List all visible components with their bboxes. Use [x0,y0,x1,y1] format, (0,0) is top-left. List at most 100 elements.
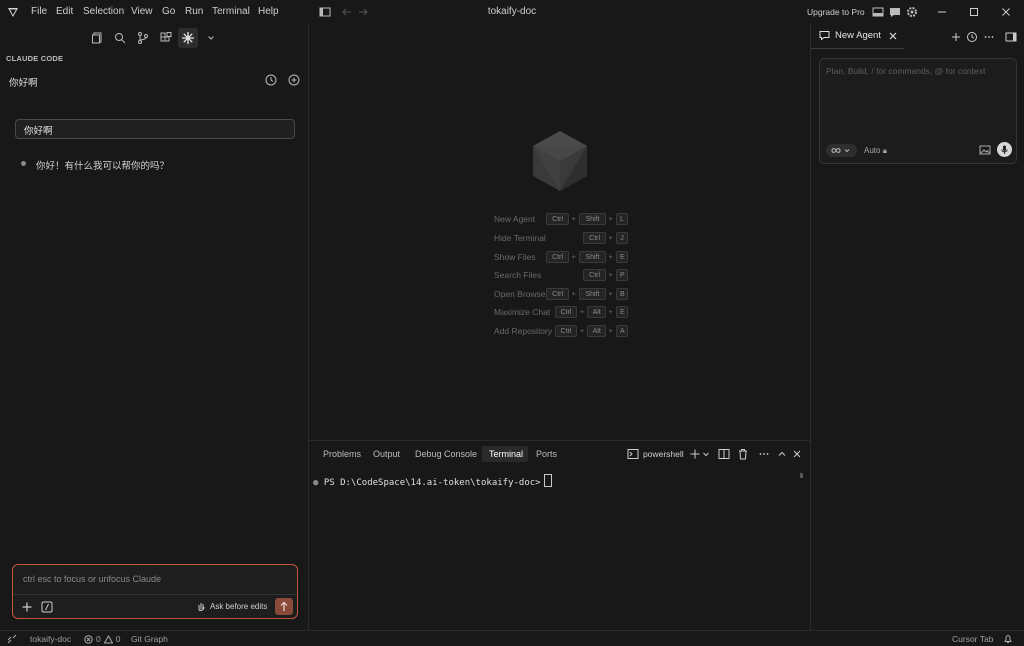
mode-auto-label[interactable]: Auto 🔒︎ [864,146,887,156]
toggle-sidebar-icon[interactable] [318,5,332,19]
menu-selection[interactable]: Selection [83,6,124,17]
add-plus-icon[interactable] [20,600,34,614]
remote-icon[interactable] [7,634,17,644]
shortcut-label: Show Files [494,252,536,262]
shortcut-key: Alt [587,306,606,318]
agent-input-box[interactable]: Plan, Build, / for commands, @ for conte… [819,58,1017,164]
extensions-icon[interactable] [159,31,173,45]
agent-panel: New Agent Plan, Build, / for commands, @… [810,24,1024,630]
back-arrow-icon[interactable] [340,5,354,19]
menu-help[interactable]: Help [258,6,279,17]
claude-input-box[interactable]: ctrl esc to focus or unfocus Claude Ask … [12,564,298,619]
upgrade-to-pro-button[interactable]: Upgrade to Pro [807,7,865,17]
shortcut-plus: + [608,252,613,261]
add-agent-plus-icon[interactable] [949,30,963,44]
close-tab-icon[interactable] [888,31,898,41]
reply-bullet [21,161,26,166]
tab-new-agent[interactable]: New Agent [819,30,898,41]
tab-terminal[interactable]: Terminal [489,449,523,459]
shortcut-plus: + [608,326,613,335]
history-clock-icon[interactable] [264,73,278,87]
status-git-graph[interactable]: Git Graph [131,634,168,644]
search-icon[interactable] [113,31,127,45]
prompt-indicator-dot: ● [313,478,324,488]
shortcut-label: New Agent [494,214,536,224]
status-folder[interactable]: tokaify-doc [30,634,71,644]
shortcut-plus: + [608,307,613,316]
menu-terminal[interactable]: Terminal [212,6,250,17]
maximize-panel-icon[interactable] [775,447,789,461]
new-agent-tab-label: New Agent [835,30,881,41]
terminal-prompt-icon [627,448,639,460]
more-ellipsis-icon[interactable] [982,30,996,44]
trash-icon[interactable] [736,447,750,461]
copy-files-icon[interactable] [90,31,104,45]
terminal-dropdown-icon[interactable] [701,447,711,461]
claude-tab-button[interactable] [178,28,198,48]
shortcut-key: L [616,213,628,225]
forward-arrow-icon[interactable] [356,5,370,19]
shortcut-key: Shift [579,251,606,263]
status-problems[interactable]: 0 0 [84,634,120,644]
chevron-down-icon[interactable] [204,31,218,45]
menu-file[interactable]: File [31,6,47,17]
maximize-icon[interactable] [967,5,981,19]
shortcut-row: Hide Terminal Ctrl + J [309,232,810,246]
terminal-line[interactable]: ● PS D:\CodeSpace\14.ai-token\tokaify-do… [313,474,552,488]
menu-edit[interactable]: Edit [56,6,73,17]
source-control-icon[interactable] [136,31,150,45]
warning-count: 0 [115,634,121,644]
conversation-title: 你好啊 [9,78,38,89]
terminal-scrollbar[interactable] [800,473,803,478]
agent-input-placeholder[interactable]: Plan, Build, / for commands, @ for conte… [826,66,985,76]
notifications-bell-icon[interactable] [1003,634,1013,644]
shortcut-key: B [616,288,628,300]
ask-before-edits-label: Ask before edits [210,601,268,611]
claude-input-placeholder[interactable]: ctrl esc to focus or unfocus Claude [23,574,161,584]
more-ellipsis-icon[interactable] [757,447,771,461]
send-button[interactable] [275,598,293,615]
arrow-up-icon [277,600,291,613]
shell-name: powershell [643,449,684,459]
menu-view[interactable]: View [131,6,153,17]
chat-bubble-icon[interactable] [888,5,902,19]
tab-problems[interactable]: Problems [323,449,361,459]
model-selector[interactable] [826,144,857,157]
shortcut-key: Ctrl [546,288,569,300]
microphone-button[interactable] [997,142,1012,157]
menu-go[interactable]: Go [162,6,175,17]
close-panel-icon[interactable] [790,447,804,461]
tab-debug-console[interactable]: Debug Console [415,449,477,459]
history-clock-icon[interactable] [965,30,979,44]
slash-command-icon[interactable] [40,600,54,614]
tab-output[interactable]: Output [373,449,400,459]
new-chat-icon[interactable] [287,73,301,87]
tab-ports[interactable]: Ports [536,449,557,459]
minimize-icon[interactable] [935,5,949,19]
shortcut-key: A [616,325,628,337]
tab-underline [811,48,904,49]
ask-before-edits-toggle[interactable]: Ask before edits [196,601,267,611]
user-message-text: 你好啊 [24,126,53,137]
status-cursor-tab[interactable]: Cursor Tab [952,634,993,644]
settings-gear-icon[interactable] [905,5,919,19]
lock-icon: 🔒︎ [882,146,887,155]
infinity-chevron-icon [830,146,854,155]
status-bar: tokaify-doc 0 0 Git Graph Cursor Tab [0,630,1024,646]
toggle-right-panel-icon[interactable] [1004,30,1018,44]
menu-run[interactable]: Run [185,6,203,17]
microphone-icon [999,144,1010,155]
split-terminal-icon[interactable] [717,447,731,461]
shortcut-plus: + [608,289,613,298]
shell-selector[interactable]: powershell [627,448,684,460]
cursor-logo-icon [7,6,19,18]
shortcut-plus: + [608,214,613,223]
claude-spark-icon [181,31,195,45]
new-terminal-plus-icon[interactable] [688,447,702,461]
close-window-icon[interactable] [999,5,1013,19]
toggle-panel-icon[interactable] [871,5,885,19]
shortcut-plus: + [571,252,576,261]
shortcut-label: Hide Terminal [494,233,546,243]
image-attach-icon[interactable] [978,143,992,157]
shortcut-label: Open Browser [494,289,549,299]
